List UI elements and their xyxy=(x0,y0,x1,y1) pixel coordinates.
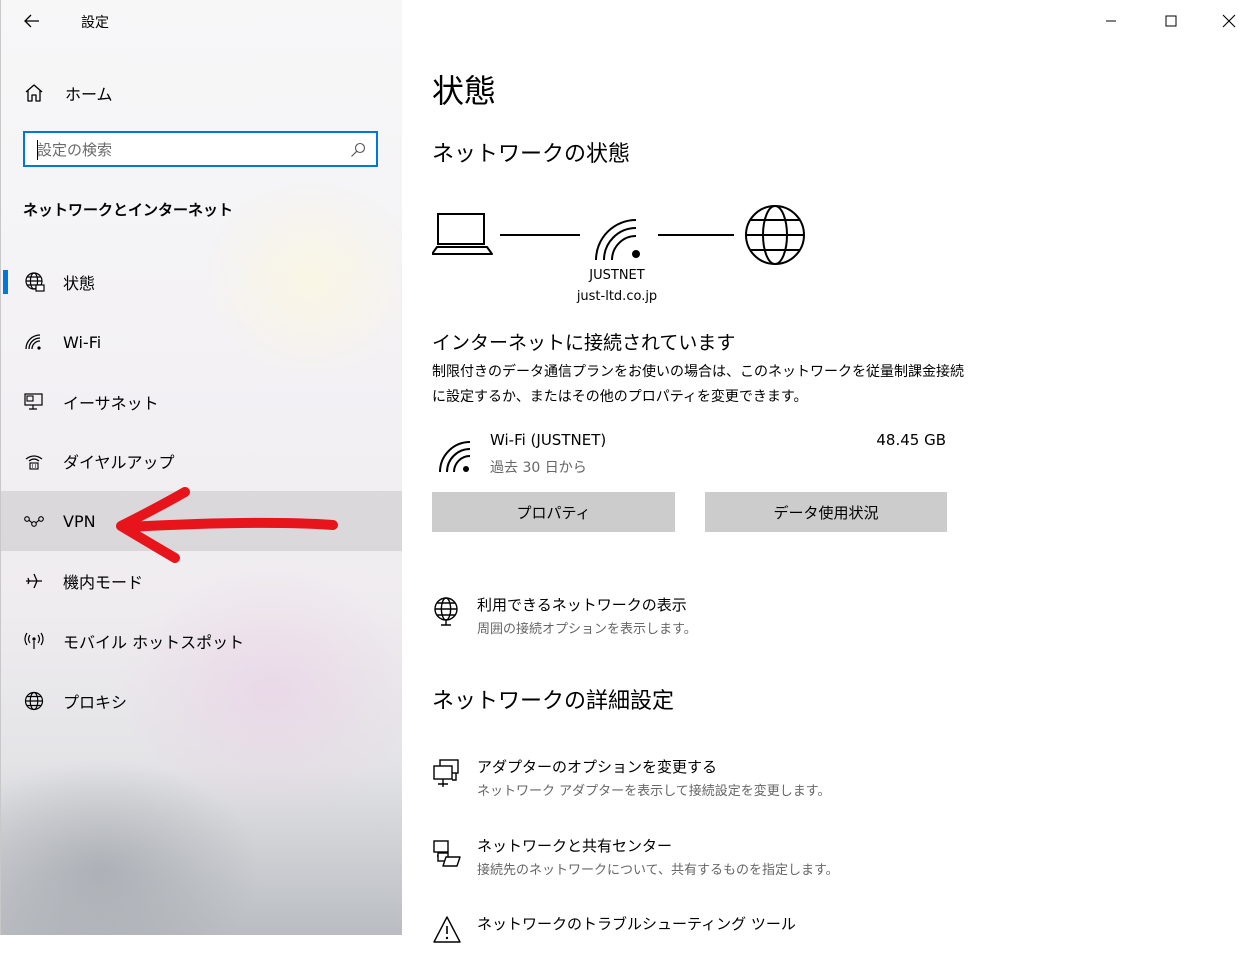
adapter-icon xyxy=(433,759,459,787)
sidebar-item-label: モバイル ホットスポット xyxy=(63,633,245,652)
app-title: 設定 xyxy=(81,15,109,31)
sidebar-item-dialup[interactable]: ダイヤルアップ xyxy=(1,431,403,491)
show-available-networks-link[interactable]: 利用できるネットワークの表示 周囲の接続オプションを表示します。 xyxy=(432,594,992,644)
network-domain: just-ltd.co.jp xyxy=(576,289,658,304)
ethernet-icon xyxy=(23,391,45,413)
network-sharing-center-link[interactable]: ネットワークと共有センター 接続先のネットワークについて、共有するものを指定しま… xyxy=(432,835,992,885)
sidebar: 設定 ホーム ネットワークとインターネット 状態 xyxy=(0,0,403,935)
wifi-icon xyxy=(439,441,471,473)
sidebar-item-ethernet[interactable]: イーサネット xyxy=(1,372,403,432)
search-box[interactable] xyxy=(23,131,378,167)
back-button[interactable] xyxy=(13,6,53,36)
sidebar-item-label: Wi-Fi xyxy=(63,332,102,352)
link-description: ネットワーク アダプターを表示して接続設定を変更します。 xyxy=(477,784,831,799)
minimize-button[interactable] xyxy=(1088,5,1134,37)
hotspot-icon xyxy=(23,630,45,652)
globe-status-icon xyxy=(23,271,45,293)
main-content: 状態 ネットワークの状態 JUSTNET just-ltd.co.jp インター… xyxy=(402,0,1258,943)
back-arrow-icon xyxy=(24,14,39,28)
network-status-heading: ネットワークの状態 xyxy=(432,142,631,167)
home-icon xyxy=(25,84,43,102)
advanced-settings-heading: ネットワークの詳細設定 xyxy=(432,689,675,714)
section-title: ネットワークとインターネット xyxy=(23,201,234,219)
close-button[interactable] xyxy=(1206,5,1252,37)
laptop-icon xyxy=(432,213,493,255)
wifi-signal-icon xyxy=(595,219,640,261)
search-icon[interactable] xyxy=(350,142,366,158)
sidebar-item-label: VPN xyxy=(63,511,96,531)
vpn-icon xyxy=(23,510,45,532)
data-usage-button[interactable]: データ使用状況 xyxy=(705,492,947,532)
sidebar-item-label: ダイヤルアップ xyxy=(63,453,175,472)
sidebar-item-label: 状態 xyxy=(63,274,96,293)
globe-icon xyxy=(23,690,45,712)
page-title: 状態 xyxy=(432,72,497,110)
connection-status-title: インターネットに接続されています xyxy=(432,332,736,354)
connection-status-description: 制限付きのデータ通信プランをお使いの場合は、このネットワークを従量制課金接続に設… xyxy=(432,364,964,405)
annotation-red-arrow xyxy=(116,487,338,563)
connection-row: Wi-Fi (JUSTNET) 過去 30 日から 48.45 GB xyxy=(432,428,952,480)
connection-name: Wi-Fi (JUSTNET) xyxy=(490,431,607,449)
sidebar-item-label: プロキシ xyxy=(63,693,128,712)
sidebar-item-wifi[interactable]: Wi-Fi xyxy=(1,312,403,372)
minimize-icon xyxy=(1106,20,1116,22)
search-input[interactable] xyxy=(37,139,337,161)
sidebar-item-label: イーサネット xyxy=(63,394,159,413)
link-description: 接続先のネットワークについて、共有するものを指定します。 xyxy=(477,863,839,878)
internet-globe-icon xyxy=(745,205,805,265)
network-diagram xyxy=(432,205,805,265)
change-adapter-options-link[interactable]: アダプターのオプションを変更する ネットワーク アダプターを表示して接続設定を変… xyxy=(432,756,992,806)
link-title: ネットワークのトラブルシューティング ツール xyxy=(477,915,796,933)
maximize-button[interactable] xyxy=(1148,5,1194,37)
airplane-icon xyxy=(23,570,45,592)
network-troubleshooter-link[interactable]: ネットワークのトラブルシューティング ツール xyxy=(432,913,992,963)
sidebar-item-status[interactable]: 状態 xyxy=(1,252,403,312)
sidebar-item-mobile-hotspot[interactable]: モバイル ホットスポット xyxy=(1,611,403,671)
data-usage-value: 48.45 GB xyxy=(876,431,946,449)
text-caret xyxy=(37,140,38,160)
dialup-icon xyxy=(23,450,45,472)
globe-network-icon xyxy=(434,597,458,626)
maximize-icon xyxy=(1165,15,1177,27)
sidebar-item-proxy[interactable]: プロキシ xyxy=(1,671,403,731)
warning-triangle-icon xyxy=(433,916,461,943)
connection-period: 過去 30 日から xyxy=(490,460,587,476)
link-title: ネットワークと共有センター xyxy=(477,837,673,855)
sidebar-home[interactable]: ホーム xyxy=(23,80,113,106)
wifi-icon xyxy=(23,331,45,353)
link-title: 利用できるネットワークの表示 xyxy=(477,596,687,614)
properties-button[interactable]: プロパティ xyxy=(432,492,675,532)
link-description: 周囲の接続オプションを表示します。 xyxy=(477,622,697,637)
background-tint xyxy=(1,760,261,935)
close-icon xyxy=(1222,14,1236,28)
sharing-center-icon xyxy=(433,840,461,867)
network-name: JUSTNET xyxy=(589,268,645,283)
sidebar-home-label: ホーム xyxy=(65,85,113,104)
link-title: アダプターのオプションを変更する xyxy=(477,758,718,776)
